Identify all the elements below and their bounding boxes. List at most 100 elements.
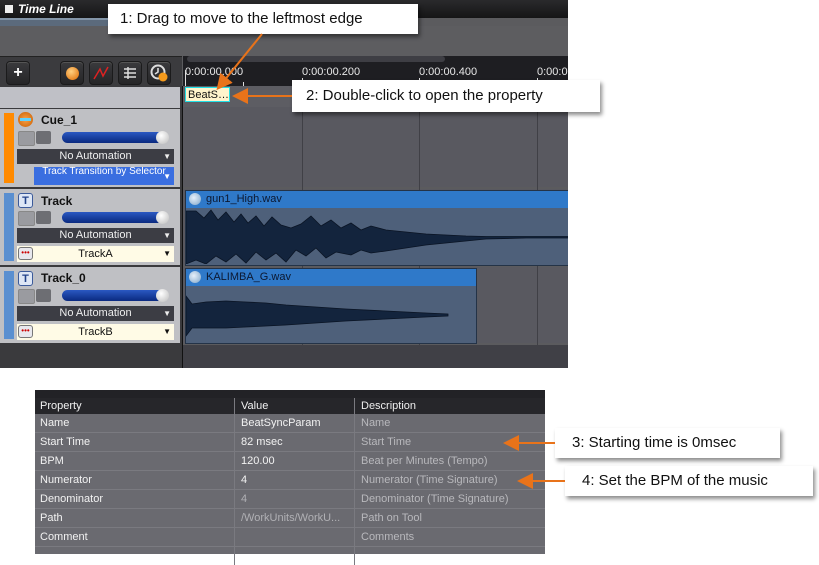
callout-2: 2: Double-click to open the property — [292, 80, 600, 112]
track-color-bar — [4, 193, 14, 261]
selector-dropdown[interactable]: TrackA ▼ — [17, 246, 174, 262]
header-description[interactable]: Description — [355, 398, 545, 414]
property-row[interactable]: Comment Comments — [35, 528, 545, 547]
callout-1: 1: Drag to move to the leftmost edge — [108, 4, 418, 34]
slider-knob[interactable] — [156, 131, 169, 144]
clip-header[interactable]: KALIMBA_G.wav — [186, 269, 476, 286]
property-value-cell[interactable]: BeatSyncParam — [235, 414, 355, 432]
property-name-cell: Comment — [35, 528, 235, 546]
chevron-down-icon: ▼ — [163, 249, 171, 258]
property-description-cell: Comments — [361, 531, 415, 543]
property-panel: Property Value Description Name BeatSyncP… — [35, 390, 545, 565]
header-value[interactable]: Value — [235, 398, 355, 414]
empty-lane — [183, 345, 568, 368]
track-color-bar — [4, 271, 14, 339]
volume-slider[interactable] — [62, 289, 169, 302]
property-value-cell[interactable]: 4 — [235, 471, 355, 489]
automation-dropdown[interactable]: No Automation ▼ — [17, 306, 174, 321]
automation-curve-button[interactable] — [89, 61, 113, 85]
plus-icon: + — [13, 64, 23, 81]
selector-icon: ••• — [18, 325, 33, 338]
volume-slider[interactable] — [62, 131, 169, 144]
track-name: Cue_1 — [41, 113, 78, 127]
property-name-cell: Denominator — [35, 490, 235, 508]
automation-label: No Automation — [59, 307, 132, 319]
track-color-bar — [4, 113, 14, 183]
horizontal-scrollbar[interactable] — [187, 56, 445, 62]
beat-sync-marker[interactable]: BeatS… — [185, 87, 230, 102]
window-title: Time Line — [18, 2, 74, 16]
ruler-tick-label: 0:00:00.000 — [185, 66, 244, 78]
empty-cell — [35, 547, 235, 565]
beat-sync-marker-label: BeatS… — [188, 89, 229, 101]
property-description-cell: Path on Tool — [361, 512, 422, 524]
callout-text: 2: Double-click to open the property — [306, 87, 543, 104]
clip-name: gun1_High.wav — [206, 193, 282, 205]
automation-label: No Automation — [59, 150, 132, 162]
waveform-toggle-icon[interactable] — [18, 289, 35, 304]
selector-dropdown[interactable]: TrackB ▼ — [17, 324, 174, 340]
callout-text: 1: Drag to move to the leftmost edge — [120, 10, 363, 27]
mute-icon[interactable] — [36, 211, 51, 224]
empty-row — [35, 547, 545, 565]
property-row[interactable]: Start Time 82 msec Start Time — [35, 433, 545, 452]
property-value-cell[interactable]: /WorkUnits/WorkU... — [235, 509, 355, 527]
property-row[interactable]: Denominator 4 Denominator (Time Signature) — [35, 490, 545, 509]
automation-dropdown[interactable]: No Automation ▼ — [17, 149, 174, 164]
empty-cell — [355, 547, 545, 565]
panel-divider[interactable] — [182, 86, 183, 368]
empty-cell — [235, 547, 355, 565]
property-value-cell[interactable]: 4 — [235, 490, 355, 508]
slider-knob[interactable] — [156, 211, 169, 224]
cue-icon — [18, 112, 33, 127]
track-type-icon: T — [18, 193, 33, 208]
property-name-cell: BPM — [35, 452, 235, 470]
slider-knob[interactable] — [156, 289, 169, 302]
chevron-down-icon: ▼ — [163, 327, 171, 336]
property-value-cell[interactable]: 82 msec — [235, 433, 355, 451]
clock-button[interactable] — [147, 61, 171, 85]
track-header-track[interactable]: T Track No Automation ▼ TrackA ▼ ••• — [0, 189, 180, 265]
audio-clip-kalimba[interactable]: KALIMBA_G.wav — [185, 268, 477, 344]
property-name-cell: Start Time — [35, 433, 235, 451]
property-panel-top — [35, 390, 545, 398]
transition-dropdown[interactable]: Track Transition by Selector ▼ — [34, 167, 174, 185]
chevron-down-icon: ▼ — [163, 231, 171, 240]
property-row[interactable]: Path/WorkUnits/WorkU... Path on Tool — [35, 509, 545, 528]
callout-text: 3: Starting time is 0msec — [572, 434, 737, 451]
timeline-window: Time Line + 0:00:00.000 0:00:00.200 0:00… — [0, 0, 568, 368]
property-row[interactable]: Numerator 4 Numerator (Time Signature) — [35, 471, 545, 490]
window-checkbox[interactable] — [5, 5, 13, 13]
waveform-toggle-icon[interactable] — [18, 131, 35, 146]
clip-header[interactable]: gun1_High.wav — [186, 191, 568, 208]
property-row[interactable]: BPM 120.00 Beat per Minutes (Tempo) — [35, 452, 545, 471]
property-description-cell: Start Time — [361, 436, 412, 448]
track-header-track-0[interactable]: T Track_0 No Automation ▼ TrackB ▼ ••• — [0, 267, 180, 343]
header-property[interactable]: Property — [35, 398, 235, 414]
property-name-cell: Path — [35, 509, 235, 527]
property-description-cell: Denominator (Time Signature) — [361, 493, 509, 505]
audio-clip-gun1[interactable]: gun1_High.wav — [185, 190, 568, 266]
ruler-tick-label: 0:00:00.400 — [419, 66, 478, 78]
add-button[interactable]: + — [6, 61, 30, 85]
property-value-cell[interactable]: 120.00 — [235, 452, 355, 470]
property-name-cell: Numerator — [35, 471, 235, 489]
waveform-toggle-icon[interactable] — [18, 211, 35, 226]
track-header-cue-1[interactable]: Cue_1 No Automation ▼ Track Transition by… — [0, 109, 180, 187]
track-name: Track — [41, 194, 73, 208]
ruler-tick-label: 0:00:0 — [537, 66, 568, 78]
property-table-body: Name BeatSyncParam Name Start Time 82 msec St… — [35, 414, 545, 565]
playhead[interactable] — [185, 70, 186, 86]
mute-icon[interactable] — [36, 131, 51, 144]
property-name-cell: Name — [35, 414, 235, 432]
selector-icon: ••• — [18, 247, 33, 260]
list-button[interactable] — [118, 61, 142, 85]
automation-dropdown[interactable]: No Automation ▼ — [17, 228, 174, 243]
property-row[interactable]: Name BeatSyncParam Name — [35, 414, 545, 433]
volume-slider[interactable] — [62, 211, 169, 224]
record-button[interactable] — [60, 61, 84, 85]
mute-icon[interactable] — [36, 289, 51, 302]
list-icon — [124, 67, 136, 79]
audio-file-icon — [189, 271, 201, 283]
property-value-cell[interactable] — [235, 528, 355, 546]
